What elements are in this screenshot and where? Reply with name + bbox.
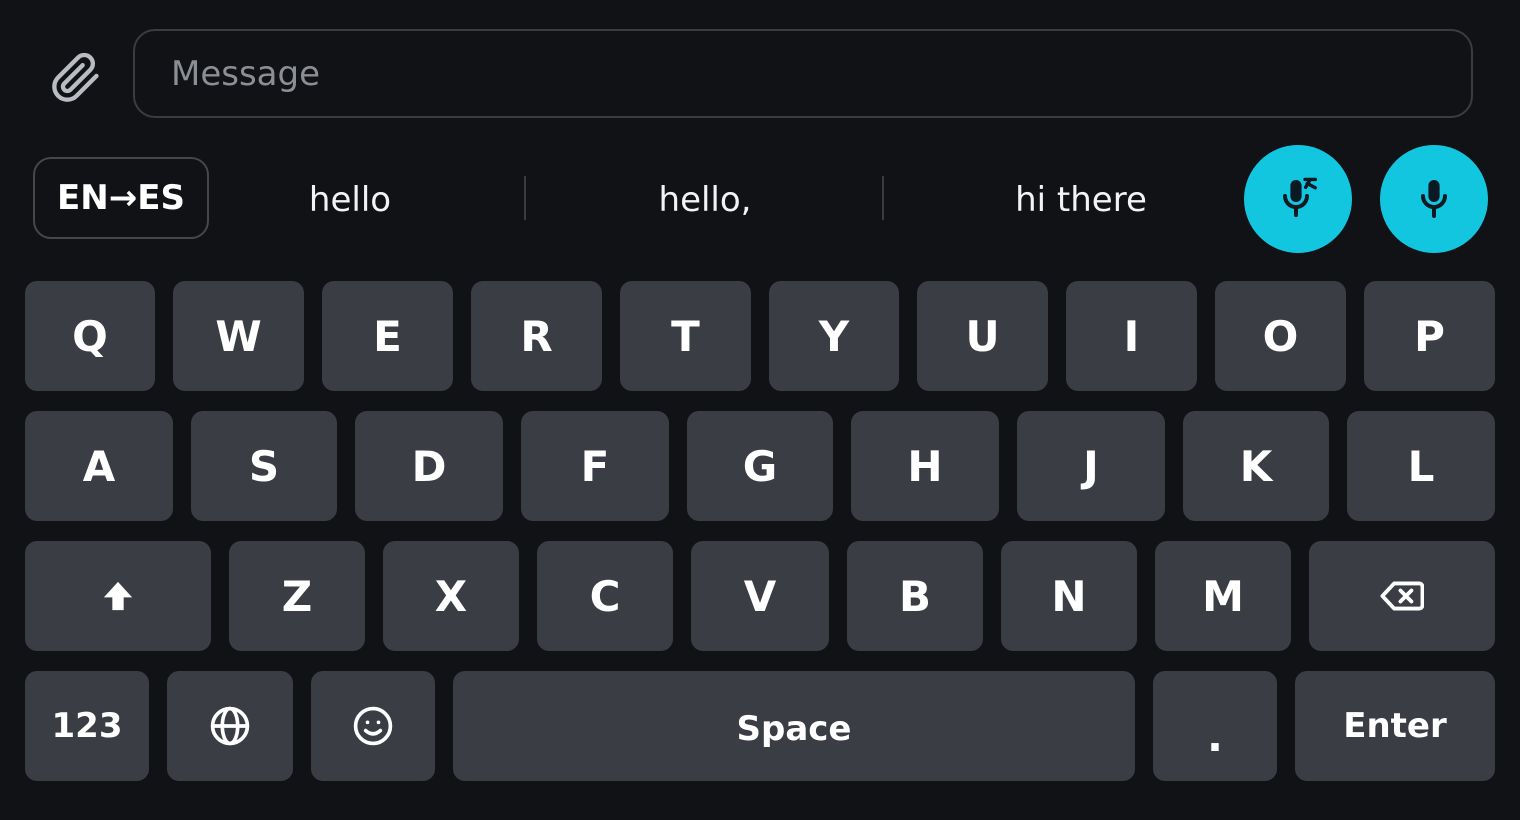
message-field[interactable] [133, 29, 1473, 118]
key-j[interactable]: J [1017, 411, 1165, 521]
key-v[interactable]: V [691, 541, 829, 651]
key-label: E [373, 311, 402, 361]
key-a[interactable]: A [25, 411, 173, 521]
key-e[interactable]: E [322, 281, 453, 391]
key-label: G [742, 441, 778, 491]
key-l[interactable]: L [1347, 411, 1495, 521]
message-input[interactable] [135, 53, 1471, 94]
shift-key[interactable] [25, 541, 211, 651]
key-z[interactable]: Z [229, 541, 365, 651]
key-f[interactable]: F [521, 411, 669, 521]
voice-translate-button[interactable] [1244, 145, 1352, 253]
suggestion-item[interactable]: hello [230, 168, 470, 232]
key-k[interactable]: K [1183, 411, 1329, 521]
key-m[interactable]: M [1155, 541, 1291, 651]
key-s[interactable]: S [191, 411, 337, 521]
key-label: S [248, 441, 280, 491]
enter-key[interactable]: Enter [1295, 671, 1495, 781]
suggestion-divider [882, 176, 884, 220]
microphone-off-icon [1283, 177, 1318, 217]
key-label: A [82, 441, 116, 491]
key-label: B [898, 571, 931, 621]
backspace-icon [1380, 581, 1424, 611]
voice-input-button[interactable] [1380, 145, 1488, 253]
key-x[interactable]: X [383, 541, 519, 651]
paperclip-icon [52, 52, 99, 102]
key-r[interactable]: R [471, 281, 602, 391]
key-label: Z [281, 571, 313, 621]
globe-key[interactable] [167, 671, 293, 781]
key-label: C [589, 571, 621, 621]
key-y[interactable]: Y [769, 281, 899, 391]
key-q[interactable]: Q [25, 281, 155, 391]
key-label: Y [818, 311, 850, 361]
key-label: W [215, 311, 262, 361]
key-label: L [1407, 441, 1435, 491]
key-w[interactable]: W [173, 281, 304, 391]
key-label: T [671, 311, 700, 361]
key-u[interactable]: U [917, 281, 1048, 391]
key-t[interactable]: T [620, 281, 751, 391]
key-p[interactable]: P [1364, 281, 1495, 391]
shift-arrow-icon [103, 581, 133, 611]
language-toggle-button[interactable]: EN→ES [33, 157, 209, 239]
key-label: P [1414, 311, 1445, 361]
key-label: R [520, 311, 553, 361]
key-i[interactable]: I [1066, 281, 1197, 391]
suggestion-divider [524, 176, 526, 220]
emoji-smile-icon [353, 706, 393, 746]
key-label: H [907, 441, 943, 491]
key-label: M [1202, 571, 1244, 621]
globe-icon [210, 706, 250, 746]
key-label: Q [72, 311, 108, 361]
key-o[interactable]: O [1215, 281, 1346, 391]
key-label: D [411, 441, 447, 491]
key-g[interactable]: G [687, 411, 833, 521]
key-label: I [1123, 311, 1140, 361]
period-key[interactable]: . [1153, 671, 1277, 781]
key-label: X [434, 571, 468, 621]
key-label: K [1239, 441, 1273, 491]
emoji-key[interactable] [311, 671, 435, 781]
key-label: 123 [51, 706, 123, 746]
key-label: N [1051, 571, 1087, 621]
microphone-icon [1421, 180, 1447, 218]
key-label: Enter [1343, 706, 1447, 746]
numbers-key[interactable]: 123 [25, 671, 149, 781]
key-label: V [743, 571, 777, 621]
key-n[interactable]: N [1001, 541, 1137, 651]
key-c[interactable]: C [537, 541, 673, 651]
key-label: . [1207, 711, 1223, 761]
key-label: O [1262, 311, 1299, 361]
key-label: Space [736, 709, 852, 749]
suggestion-item[interactable]: hi there [960, 168, 1202, 232]
key-label: U [965, 311, 1000, 361]
key-d[interactable]: D [355, 411, 503, 521]
key-label: J [1083, 441, 1099, 491]
keyboard-app: EN→ES hello hello, hi there Q W E R T Y … [0, 0, 1520, 820]
attach-button[interactable] [46, 48, 106, 108]
space-key[interactable]: Space [453, 671, 1135, 781]
key-h[interactable]: H [851, 411, 999, 521]
suggestion-item[interactable]: hello, [585, 168, 825, 232]
backspace-key[interactable] [1309, 541, 1495, 651]
key-b[interactable]: B [847, 541, 983, 651]
key-label: F [580, 441, 610, 491]
